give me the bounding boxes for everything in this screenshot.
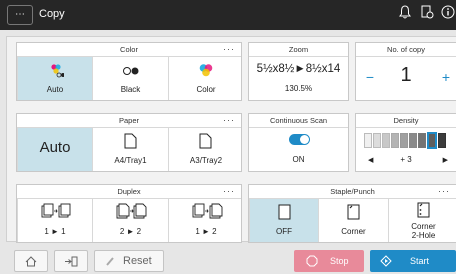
continuous-scan-heading: Continuous Scan (249, 114, 348, 128)
corner-staple-icon (347, 204, 360, 220)
box-icon (65, 256, 78, 267)
duplex-heading: Duplex ··· (17, 185, 241, 199)
auto-color-icon (51, 64, 64, 78)
staple-corner-2hole-option[interactable]: Corner 2-Hole (388, 199, 456, 242)
zoom-card[interactable]: Zoom 5½x8½►8½x14 130.5% (248, 42, 349, 101)
full-color-icon (199, 64, 213, 77)
reset-button[interactable]: Reset (94, 250, 164, 272)
continuous-scan-card[interactable]: Continuous Scan ON (248, 113, 349, 172)
increase-copies-button[interactable]: + (438, 69, 454, 85)
stop-icon (306, 255, 318, 267)
continuous-scan-state: ON (292, 155, 305, 164)
density-scale[interactable] (364, 132, 450, 149)
paper-sheet-icon (199, 133, 212, 149)
app-title: Copy (39, 8, 65, 20)
zoom-paper: 5½x8½►8½x14 (256, 63, 341, 75)
duplex-to-duplex-icon (116, 203, 147, 219)
top-bar: ⋯ Copy (0, 0, 456, 30)
density-card: Density ◀ + 3 ▶ (355, 113, 456, 172)
decrease-copies-button[interactable]: − (362, 69, 378, 85)
density-increase-button[interactable]: ▶ (443, 156, 448, 164)
continuous-scan-toggle[interactable] (289, 134, 310, 145)
duplex-1-to-2-option[interactable]: 1 ► 2 (168, 199, 243, 242)
duplex-2-to-2-option[interactable]: 2 ► 2 (92, 199, 168, 242)
density-decrease-button[interactable]: ◀ (368, 156, 373, 164)
more-options-icon[interactable]: ··· (438, 184, 450, 198)
start-icon (380, 255, 392, 267)
density-heading: Density (356, 114, 456, 128)
zoom-heading: Zoom (249, 43, 348, 57)
staple-corner-option[interactable]: Corner (318, 199, 388, 242)
color-color-option[interactable]: Color (168, 57, 243, 100)
black-icon (123, 67, 139, 75)
menu-button[interactable]: ⋯ (7, 5, 33, 25)
zoom-ratio: 130.5% (284, 84, 313, 93)
paper-card: Paper ··· Auto A4/Tray1 A3/Tray2 (16, 113, 242, 172)
paper-tray2-option[interactable]: A3/Tray2 (168, 128, 243, 171)
color-card: Color ··· Auto Black Color (16, 42, 242, 101)
box-button[interactable] (54, 250, 88, 272)
duplex-card: Duplex ··· 1 ► 1 2 ► 2 1 ► 2 (16, 184, 242, 243)
start-button[interactable]: Start (370, 250, 456, 272)
density-current-marker (427, 132, 437, 149)
more-options-icon[interactable]: ··· (223, 42, 235, 56)
copies-card: No. of copy − 1 + (355, 42, 456, 101)
bottom-bar: Reset Stop Start (0, 248, 456, 272)
bell-icon[interactable] (394, 5, 416, 25)
staple-punch-heading: Staple/Punch ··· (249, 185, 456, 199)
home-icon (25, 256, 37, 267)
paper-tray1-option[interactable]: A4/Tray1 (92, 128, 168, 171)
density-value: + 3 (400, 155, 412, 164)
plain-sheet-icon (278, 204, 291, 220)
eraser-icon (106, 257, 114, 266)
staple-punch-card: Staple/Punch ··· OFF Corner Corner 2-Hole (248, 184, 456, 243)
more-options-icon[interactable]: ··· (223, 184, 235, 198)
color-heading: Color ··· (17, 43, 241, 57)
home-button[interactable] (14, 250, 48, 272)
staple-off-option[interactable]: OFF (249, 199, 318, 242)
corner-2hole-icon (417, 202, 430, 218)
more-options-icon[interactable]: ··· (223, 113, 235, 127)
duplex-1-to-1-option[interactable]: 1 ► 1 (17, 199, 92, 242)
color-auto-option[interactable]: Auto (17, 57, 92, 100)
stop-button[interactable]: Stop (294, 250, 364, 272)
paper-heading: Paper ··· (17, 114, 241, 128)
copies-heading: No. of copy (356, 43, 456, 57)
paper-auto-option[interactable]: Auto (17, 128, 92, 171)
paper-sheet-icon (124, 133, 137, 149)
copies-value[interactable]: 1 (391, 64, 421, 87)
color-black-option[interactable]: Black (92, 57, 168, 100)
simplex-to-duplex-icon (192, 203, 223, 219)
copy-settings-panel: Color ··· Auto Black Color Zoom 5½x8½►8½x… (6, 36, 456, 243)
simplex-to-simplex-icon (41, 203, 71, 218)
info-icon[interactable] (437, 5, 456, 25)
document-status-icon[interactable] (416, 5, 438, 25)
